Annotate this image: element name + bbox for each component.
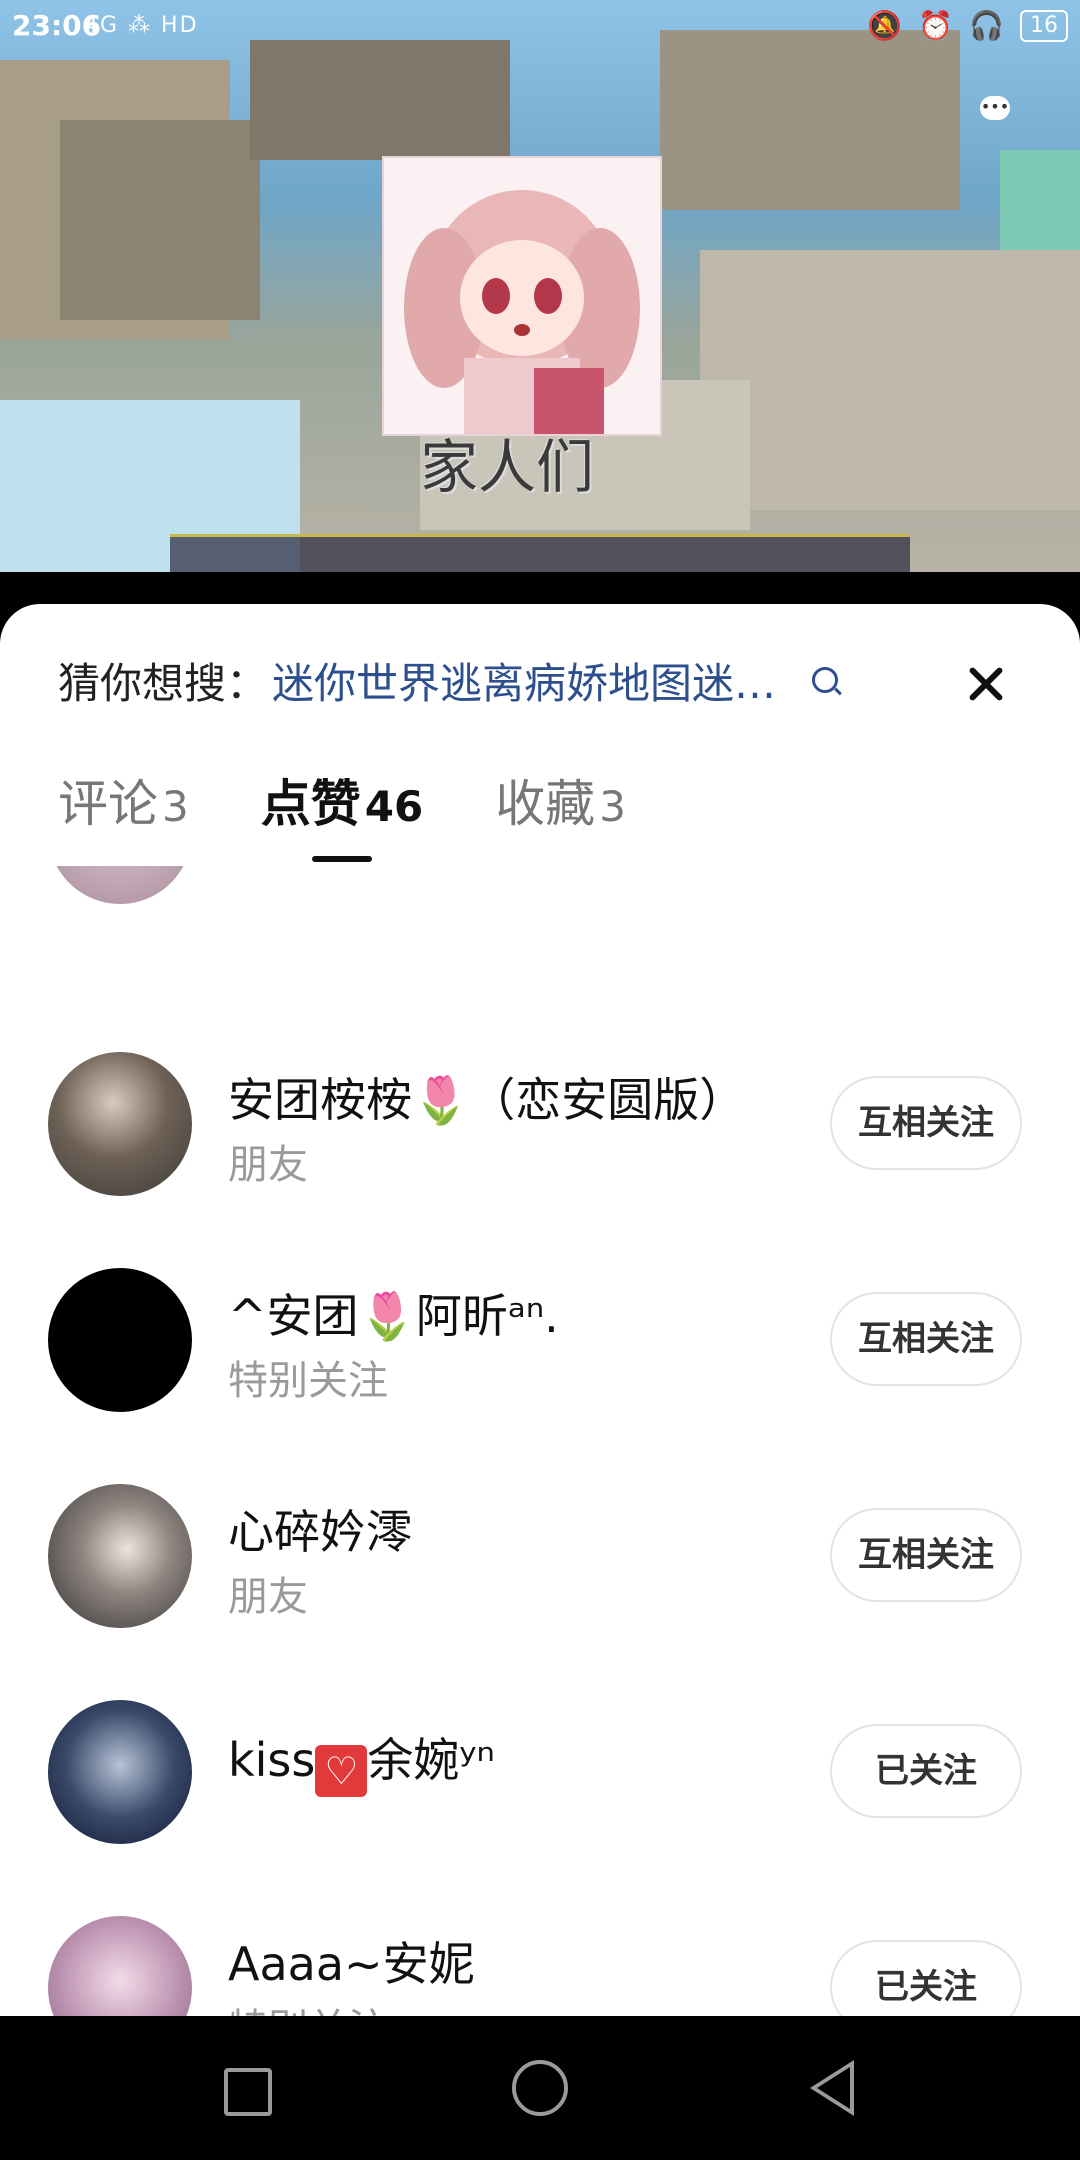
- close-icon[interactable]: [966, 664, 1006, 704]
- headphones-icon: 🎧: [969, 9, 1004, 42]
- recent-apps-icon[interactable]: [224, 2068, 272, 2116]
- search-icon[interactable]: [812, 667, 839, 693]
- anime-sticker-image: [382, 156, 662, 436]
- scene-block: [1000, 150, 1080, 250]
- user-name-prefix: kiss: [228, 1733, 316, 1787]
- avatar[interactable]: [48, 1052, 192, 1196]
- search-hint-label: 猜你想搜：: [58, 658, 269, 708]
- relation-label: 特别关注: [228, 1358, 388, 1404]
- mutual-follow-button[interactable]: 互相关注: [830, 1508, 1022, 1602]
- tab-label: 收藏: [495, 775, 596, 833]
- battery-icon: 16: [1020, 10, 1068, 42]
- list-item[interactable]: kiss ♡ 余婉ʸⁿ 已关注: [0, 1664, 1080, 1880]
- avatar[interactable]: [48, 1484, 192, 1628]
- scene-block: [700, 250, 1080, 510]
- tab-label: 评论: [58, 775, 158, 833]
- search-hint-query[interactable]: 迷你世界逃离病娇地图迷…: [272, 650, 776, 711]
- user-name[interactable]: ^安团🌷阿昕ᵃⁿ.: [228, 1280, 559, 1346]
- following-button[interactable]: 已关注: [830, 1940, 1022, 2016]
- list-item[interactable]: 心碎妗澪 朋友 互相关注: [0, 1448, 1080, 1664]
- mute-icon: 🔕: [867, 9, 903, 42]
- tab-count: 3: [599, 782, 626, 831]
- list-item[interactable]: Aaaa~安妮 特别关注 已关注: [0, 1880, 1080, 2016]
- system-nav-bar: [0, 2016, 1080, 2160]
- search-suggestion[interactable]: 猜你想搜： 迷你世界逃离病娇地图迷…: [58, 648, 839, 712]
- avatar[interactable]: [48, 866, 192, 904]
- tab-count: 46: [364, 782, 424, 831]
- user-name-suffix: 余婉ʸⁿ: [367, 1733, 495, 1787]
- scene-block: [660, 30, 960, 210]
- chat-bubble-icon: •••: [980, 96, 1010, 120]
- tab-favorites[interactable]: 收藏3: [495, 764, 626, 836]
- tab-comments[interactable]: 评论3: [58, 764, 189, 836]
- avatar[interactable]: [48, 1700, 192, 1844]
- home-icon[interactable]: [512, 2060, 568, 2116]
- scene-block: [250, 40, 510, 160]
- game-hotbar: [170, 534, 910, 572]
- scene-block: [60, 120, 260, 320]
- likes-list[interactable]: 安团桉桉🌷（恋安圆版） 朋友 互相关注 ^安团🌷阿昕ᵃⁿ. 特别关注 互相关注 …: [0, 866, 1080, 2016]
- user-name[interactable]: kiss ♡ 余婉ʸⁿ: [228, 1724, 495, 1797]
- heart-icon: ♡: [315, 1745, 368, 1797]
- following-button[interactable]: 已关注: [830, 1724, 1022, 1818]
- mutual-follow-button[interactable]: 互相关注: [830, 1076, 1022, 1170]
- list-item[interactable]: ^安团🌷阿昕ᵃⁿ. 特别关注 互相关注: [0, 1232, 1080, 1448]
- avatar[interactable]: [48, 1268, 192, 1412]
- tab-likes[interactable]: 点赞46: [260, 764, 424, 862]
- sheet-tabs: 评论3 点赞46 收藏3: [58, 764, 698, 862]
- list-item[interactable]: 安团桉桉🌷（恋安圆版） 朋友 互相关注: [0, 1016, 1080, 1232]
- tab-count: 3: [162, 782, 189, 831]
- user-name[interactable]: 安团桉桉🌷（恋安圆版）: [228, 1064, 745, 1130]
- sticker-caption: 家人们: [420, 433, 595, 501]
- back-icon[interactable]: [810, 2060, 854, 2116]
- user-name[interactable]: Aaaa~安妮: [228, 1928, 475, 1994]
- mutual-follow-button[interactable]: 互相关注: [830, 1292, 1022, 1386]
- relation-label: 朋友: [228, 1574, 308, 1620]
- relation-label: 特别关注: [228, 1996, 388, 2016]
- user-name[interactable]: 心碎妗澪: [228, 1496, 412, 1562]
- tab-label: 点赞: [260, 775, 361, 833]
- alarm-icon: ⏰: [918, 9, 954, 42]
- status-bar: 23:06 4G ⁂ HD 🔕 ⏰ 🎧 16: [0, 0, 1080, 52]
- status-right-icons: 🔕 ⏰ 🎧 16: [867, 0, 1068, 52]
- avatar[interactable]: [48, 1916, 192, 2016]
- likes-sheet: 猜你想搜： 迷你世界逃离病娇地图迷… 评论3 点赞46 收藏3 安团桉桉🌷（恋安…: [0, 604, 1080, 2016]
- signal-wifi-icon: 4G ⁂ HD: [84, 13, 199, 38]
- relation-label: 朋友: [228, 1142, 308, 1188]
- video-player[interactable]: 23:06 4G ⁂ HD 🔕 ⏰ 🎧 16 ••• 家人们: [0, 0, 1080, 572]
